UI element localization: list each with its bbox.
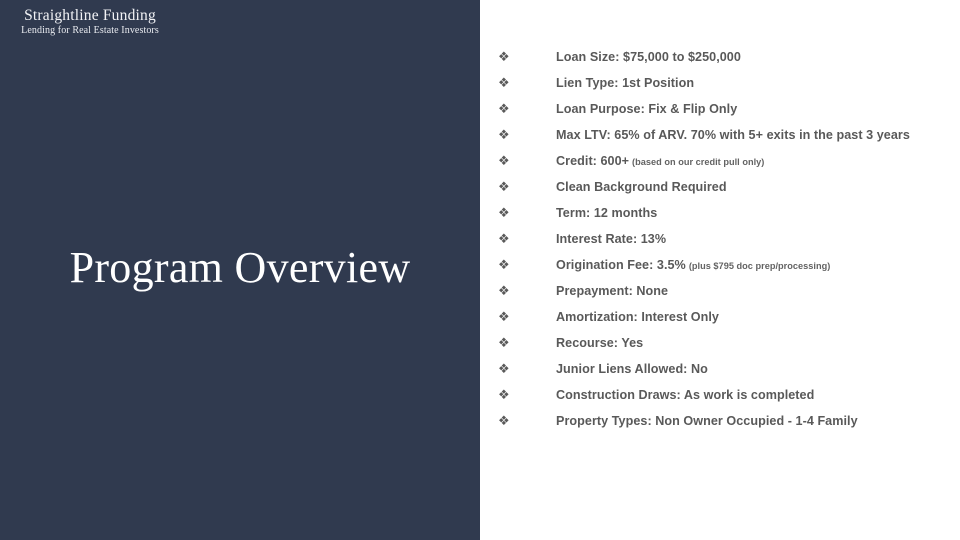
list-item-label: Recourse: Yes — [556, 336, 644, 350]
list-item: ❖ Lien Type: 1st Position — [498, 70, 960, 96]
list-item: ❖ Amortization: Interest Only — [498, 304, 960, 330]
diamond-bullet-icon: ❖ — [498, 361, 510, 376]
slide: Straightline Funding Lending for Real Es… — [0, 0, 960, 540]
program-details-list: ❖ Loan Size: $75,000 to $250,000 ❖ Lien Typ… — [498, 44, 960, 434]
list-item-label: Property Types: Non Owner Occupied - 1-4… — [556, 414, 858, 428]
diamond-bullet-icon: ❖ — [498, 179, 510, 194]
list-item-label: Construction Draws: As work is completed — [556, 388, 815, 402]
list-item: ❖ Loan Purpose: Fix & Flip Only — [498, 96, 960, 122]
list-item: ❖ Credit: 600+ (based on our credit pull o… — [498, 148, 960, 174]
list-item: ❖ Recourse: Yes — [498, 330, 960, 356]
list-item: ❖ Max LTV: 65% of ARV. 70% with 5+ exits … — [498, 122, 960, 148]
list-item-label: Origination Fee: 3.5% — [556, 258, 686, 272]
list-item: ❖ Term: 12 months — [498, 200, 960, 226]
list-item: ❖ Construction Draws: As work is complete… — [498, 382, 960, 408]
diamond-bullet-icon: ❖ — [498, 205, 510, 220]
list-item: ❖ Clean Background Required — [498, 174, 960, 200]
diamond-bullet-icon: ❖ — [498, 387, 510, 402]
list-item-label: Term: 12 months — [556, 206, 658, 220]
diamond-bullet-icon: ❖ — [498, 309, 510, 324]
list-item-label: Loan Size: $75,000 to $250,000 — [556, 50, 741, 64]
diamond-bullet-icon: ❖ — [498, 127, 510, 142]
diamond-bullet-icon: ❖ — [498, 153, 510, 168]
list-item: ❖ Prepayment: None — [498, 278, 960, 304]
diamond-bullet-icon: ❖ — [498, 75, 510, 90]
title-panel: Straightline Funding Lending for Real Es… — [0, 0, 480, 540]
diamond-bullet-icon: ❖ — [498, 413, 510, 428]
content-panel: ❖ Loan Size: $75,000 to $250,000 ❖ Lien Typ… — [480, 0, 960, 540]
list-item-label: Interest Rate: 13% — [556, 232, 667, 246]
list-item-label: Lien Type: 1st Position — [556, 76, 695, 90]
company-logo: Straightline Funding Lending for Real Es… — [0, 7, 180, 37]
list-item: ❖ Origination Fee: 3.5% (plus $795 doc pre… — [498, 252, 960, 278]
list-item: ❖ Interest Rate: 13% — [498, 226, 960, 252]
list-item-label: Credit: 600+ — [556, 154, 630, 168]
list-item: ❖ Loan Size: $75,000 to $250,000 — [498, 44, 960, 70]
list-item-label: Loan Purpose: Fix & Flip Only — [556, 102, 738, 116]
list-item-label: Clean Background Required — [556, 180, 727, 194]
list-item-label: Max LTV: 65% of ARV. 70% with 5+ exits i… — [556, 128, 910, 142]
diamond-bullet-icon: ❖ — [498, 49, 510, 64]
diamond-bullet-icon: ❖ — [498, 283, 510, 298]
list-item-label: Junior Liens Allowed: No — [556, 362, 708, 376]
diamond-bullet-icon: ❖ — [498, 231, 510, 246]
list-item: ❖ Property Types: Non Owner Occupied - 1-… — [498, 408, 960, 434]
list-item-note: (plus $795 doc prep/processing) — [688, 261, 831, 271]
list-item-label: Amortization: Interest Only — [556, 310, 719, 324]
list-item: ❖ Junior Liens Allowed: No — [498, 356, 960, 382]
logo-tagline: Lending for Real Estate Investors — [21, 25, 159, 36]
diamond-bullet-icon: ❖ — [498, 101, 510, 116]
page-title: Program Overview — [69, 243, 411, 292]
diamond-bullet-icon: ❖ — [498, 335, 510, 350]
diamond-bullet-icon: ❖ — [498, 257, 510, 272]
list-item-label: Prepayment: None — [556, 284, 669, 298]
list-item-note: (based on our credit pull only) — [632, 157, 765, 167]
logo-company-name: Straightline Funding — [24, 7, 156, 24]
